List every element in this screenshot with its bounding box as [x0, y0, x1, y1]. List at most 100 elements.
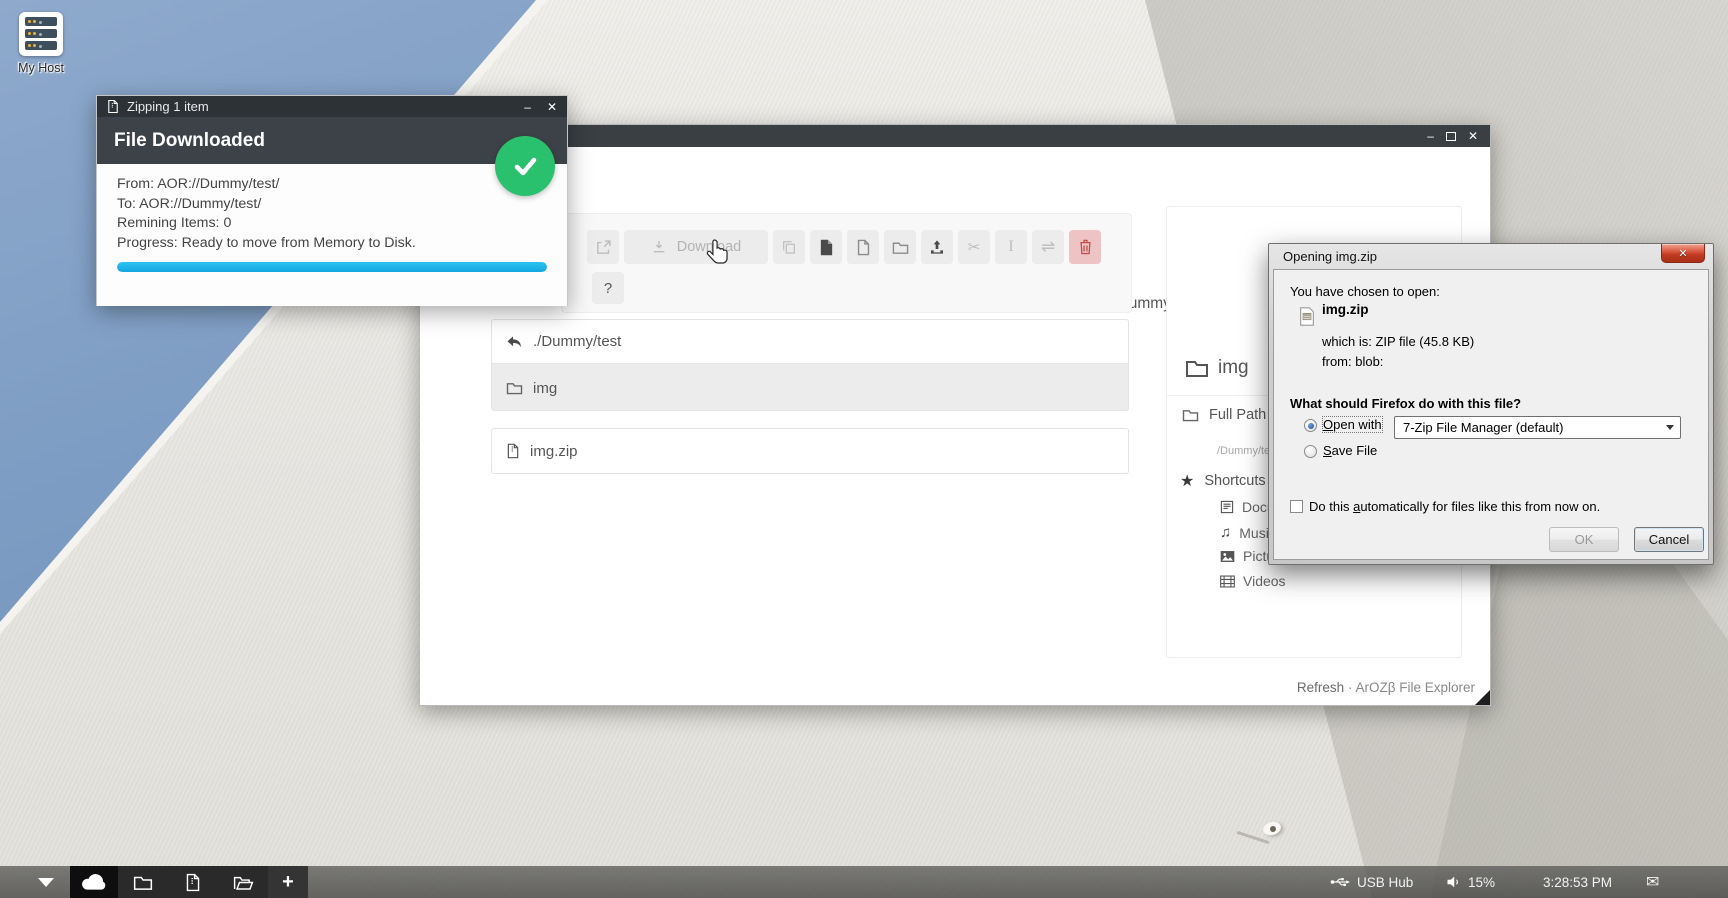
progress-bar	[117, 262, 547, 272]
move-button[interactable]: ⇌	[1032, 230, 1064, 264]
taskbar: + USB Hub 15% 3:28:53 PM ✉	[0, 866, 1728, 898]
messages-tray-item[interactable]: ✉	[1646, 866, 1659, 898]
videos-icon	[1220, 575, 1235, 588]
maximize-icon[interactable]	[1446, 132, 1456, 141]
folder-icon	[133, 874, 153, 891]
selected-item-heading: img	[1185, 357, 1249, 379]
zipping-details: From: AOR://Dummy/test/ To: AOR://Dummy/…	[97, 164, 567, 306]
download-button[interactable]: Download	[624, 230, 768, 264]
zip-remaining-line: Remining Items: 0	[117, 214, 547, 234]
open-with-dropdown[interactable]: 7-Zip File Manager (default)	[1394, 416, 1681, 439]
help-button[interactable]: ?	[592, 272, 624, 304]
envelope-icon: ✉	[1646, 872, 1659, 892]
volume-label: 15%	[1468, 875, 1495, 890]
desktop: My Host – ✕ iewer / admin IMUS_SERVER (M…	[0, 0, 1728, 898]
paste-button[interactable]	[810, 230, 842, 264]
toolbar: Download ✂	[561, 213, 1132, 313]
firefox-opening-dialog: Opening img.zip ✕ You have chosen to ope…	[1268, 243, 1714, 565]
list-item-label: img	[533, 380, 557, 397]
progress-bar-fill	[117, 262, 547, 272]
success-check-icon	[495, 136, 555, 196]
dropdown-value: 7-Zip File Manager (default)	[1403, 420, 1563, 435]
cut-button[interactable]: ✂	[958, 230, 990, 264]
zip-progress-line: Progress: Ready to move from Memory to D…	[117, 234, 547, 254]
open-external-button[interactable]	[587, 230, 619, 264]
close-icon[interactable]: ✕	[1468, 130, 1478, 142]
chevron-down-icon	[1666, 425, 1674, 430]
shortcut-videos[interactable]: Videos	[1220, 573, 1286, 589]
list-item-zipfile[interactable]: img.zip	[492, 429, 1128, 473]
open-folder-icon	[233, 874, 254, 891]
usb-icon	[1330, 875, 1350, 889]
rename-button[interactable]: I	[995, 230, 1027, 264]
new-file-button[interactable]	[847, 230, 879, 264]
brand-label: ArOZβ File Explorer	[1355, 680, 1475, 695]
taskbar-cloud-app[interactable]	[70, 866, 118, 898]
zipping-titlebar[interactable]: Zipping 1 item – ✕	[97, 96, 567, 117]
dialog-filetype: which is: ZIP file (45.8 KB)	[1322, 334, 1474, 349]
clock-tray-item[interactable]: 3:28:53 PM	[1543, 866, 1612, 898]
music-icon: ♫	[1220, 524, 1231, 541]
do-automatically-checkbox[interactable]	[1290, 500, 1303, 513]
zip-file-icon	[107, 99, 119, 114]
desktop-icon-label: My Host	[10, 61, 72, 75]
explorer-footer: Refresh · ArOZβ File Explorer	[1297, 680, 1475, 695]
taskbar-open-folder-app[interactable]	[218, 866, 268, 898]
zipping-window: Zipping 1 item – ✕ File Downloaded From:…	[96, 95, 568, 306]
dialog-body: You have chosen to open: img.zip which i…	[1273, 269, 1709, 560]
full-path-row: Full Path	[1182, 407, 1266, 423]
close-icon[interactable]: ✕	[1661, 244, 1705, 263]
zip-file-icon	[1299, 307, 1315, 326]
pictures-icon	[1220, 550, 1235, 563]
save-file-radio[interactable]	[1304, 445, 1317, 458]
folder-icon	[1182, 408, 1199, 422]
taskbar-zip-app[interactable]	[168, 866, 218, 898]
file-list-zip: img.zip	[491, 428, 1129, 474]
zip-file-icon	[185, 873, 201, 892]
file-list: ./Dummy/test img	[491, 319, 1129, 411]
usb-tray-item[interactable]: USB Hub	[1330, 866, 1413, 898]
list-item-label: img.zip	[530, 443, 578, 460]
speaker-icon	[1446, 875, 1461, 889]
new-folder-button[interactable]	[884, 230, 916, 264]
dialog-filename: img.zip	[1322, 302, 1369, 317]
cloud-icon	[81, 873, 107, 891]
desktop-icon-my-host[interactable]: My Host	[10, 12, 72, 75]
ok-button[interactable]: OK	[1549, 527, 1619, 552]
save-file-label[interactable]: Save File	[1323, 443, 1377, 458]
minimize-icon[interactable]: –	[1427, 130, 1434, 142]
taskbar-add-app-button[interactable]: +	[268, 866, 308, 898]
wall-nail	[1270, 826, 1276, 832]
documents-icon	[1220, 500, 1234, 514]
star-icon: ★	[1180, 471, 1194, 491]
volume-tray-item[interactable]: 15%	[1446, 866, 1495, 898]
dialog-intro: You have chosen to open:	[1290, 284, 1440, 299]
dialog-source: from: blob:	[1322, 354, 1383, 369]
delete-button[interactable]	[1069, 230, 1101, 264]
cancel-button[interactable]: Cancel	[1634, 527, 1704, 552]
taskbar-folder-app[interactable]	[118, 866, 168, 898]
resize-grip[interactable]	[1475, 690, 1490, 705]
zipping-window-title: Zipping 1 item	[127, 99, 516, 114]
folder-icon	[1185, 358, 1209, 378]
refresh-link[interactable]: Refresh	[1297, 680, 1344, 695]
copy-button[interactable]	[773, 230, 805, 264]
explorer-titlebar[interactable]: – ✕	[420, 125, 1490, 147]
usb-label: USB Hub	[1357, 875, 1413, 890]
open-with-radio[interactable]	[1304, 419, 1317, 432]
zip-from-line: From: AOR://Dummy/test/	[117, 175, 547, 195]
taskbar-chevron-icon[interactable]	[38, 878, 54, 887]
list-item-folder-selected[interactable]: img	[492, 364, 1128, 411]
shortcuts-row: ★ Shortcuts	[1180, 471, 1266, 491]
hand-cursor	[706, 238, 729, 267]
minimize-icon[interactable]: –	[524, 101, 531, 113]
close-icon[interactable]: ✕	[547, 101, 557, 113]
list-item-up[interactable]: ./Dummy/test	[492, 320, 1128, 363]
dialog-title: Opening img.zip	[1283, 249, 1377, 264]
dialog-question: What should Firefox do with this file?	[1290, 396, 1521, 411]
open-with-label[interactable]: Open with	[1323, 417, 1382, 432]
do-automatically-label[interactable]: Do this automatically for files like thi…	[1309, 499, 1600, 514]
clock-label: 3:28:53 PM	[1543, 875, 1612, 890]
zip-to-line: To: AOR://Dummy/test/	[117, 195, 547, 215]
upload-button[interactable]	[921, 230, 953, 264]
